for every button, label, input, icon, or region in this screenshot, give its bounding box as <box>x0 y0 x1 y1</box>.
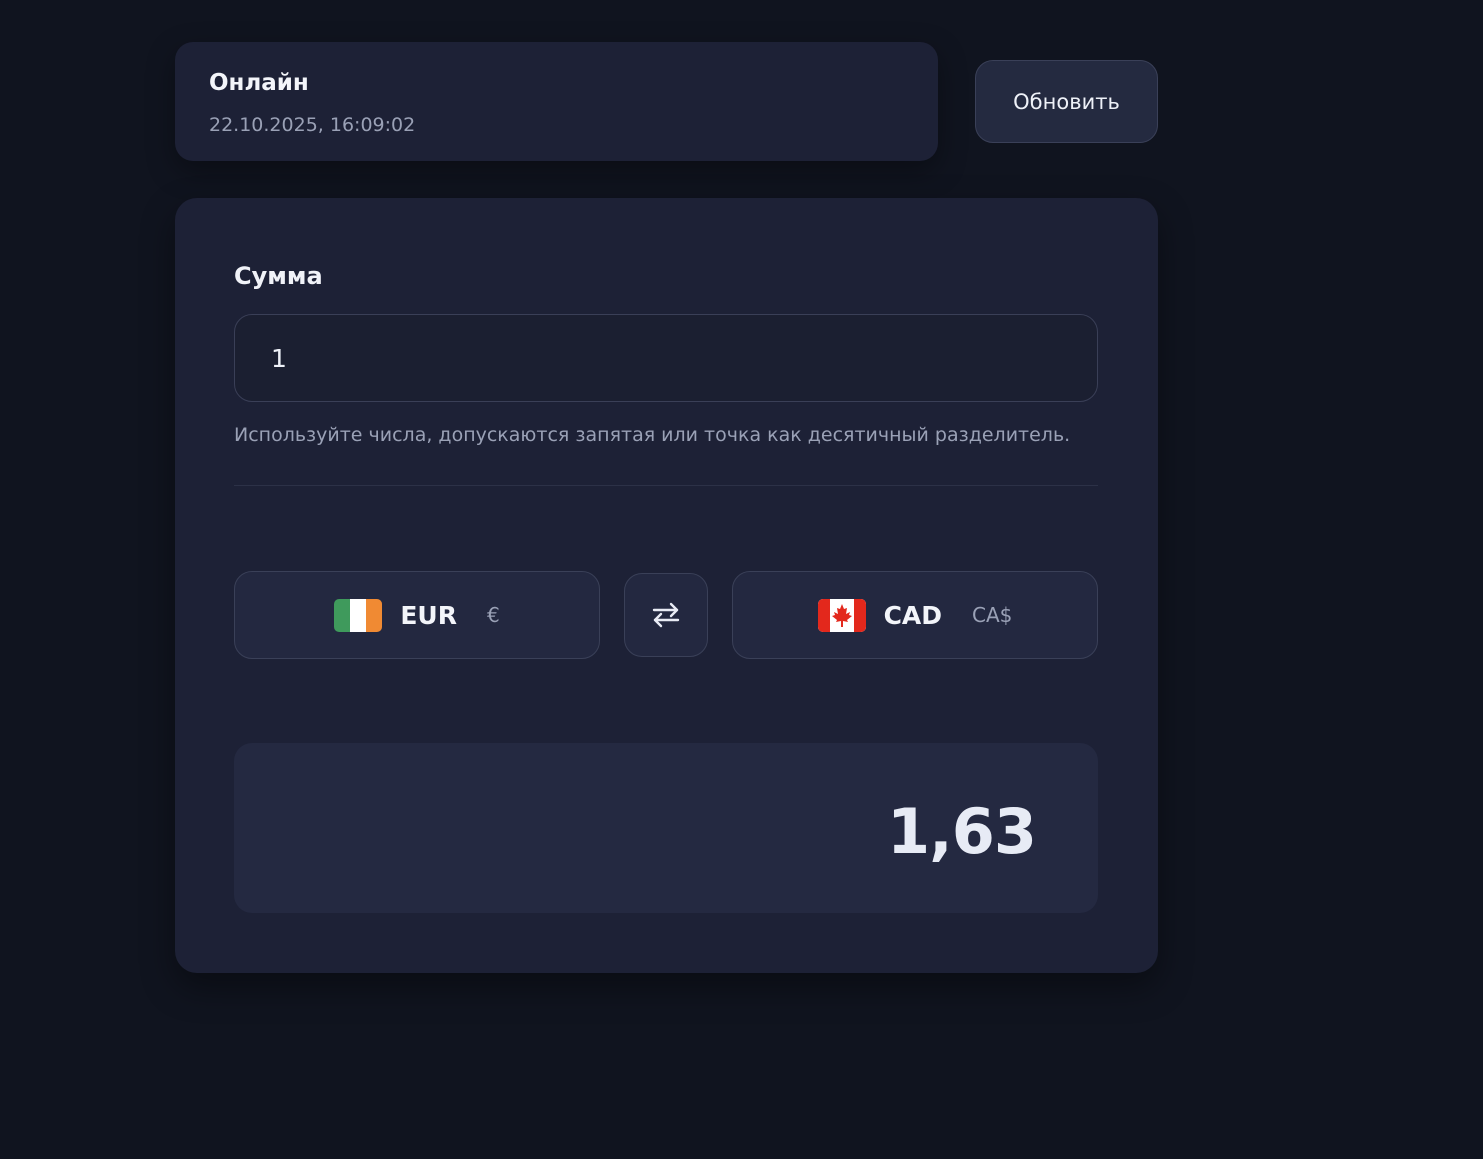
swap-arrows-icon <box>652 602 680 628</box>
from-currency-selector[interactable]: EUR € <box>234 571 600 659</box>
swap-currencies-button[interactable] <box>624 573 708 657</box>
conversion-result: 1,63 <box>887 795 1037 868</box>
converter-card: Сумма Используйте числа, допускаются зап… <box>175 198 1158 973</box>
ireland-flag-icon <box>334 598 383 632</box>
divider <box>234 485 1098 486</box>
amount-hint: Используйте числа, допускаются запятая и… <box>234 424 1071 446</box>
status-timestamp: 22.10.2025, 16:09:02 <box>209 114 416 136</box>
result-panel: 1,63 <box>234 743 1098 913</box>
refresh-button[interactable]: Обновить <box>975 60 1158 143</box>
status-card: Онлайн 22.10.2025, 16:09:02 <box>175 42 938 161</box>
amount-input[interactable] <box>234 314 1098 402</box>
to-currency-symbol: CA$ <box>972 603 1013 627</box>
from-currency-symbol: € <box>486 603 500 627</box>
amount-label: Сумма <box>234 262 323 290</box>
to-currency-code: CAD <box>883 600 943 630</box>
to-currency-selector[interactable]: CAD CA$ <box>732 571 1098 659</box>
status-title: Онлайн <box>209 70 309 96</box>
canada-flag-icon <box>817 598 866 632</box>
from-currency-code: EUR <box>400 600 457 630</box>
